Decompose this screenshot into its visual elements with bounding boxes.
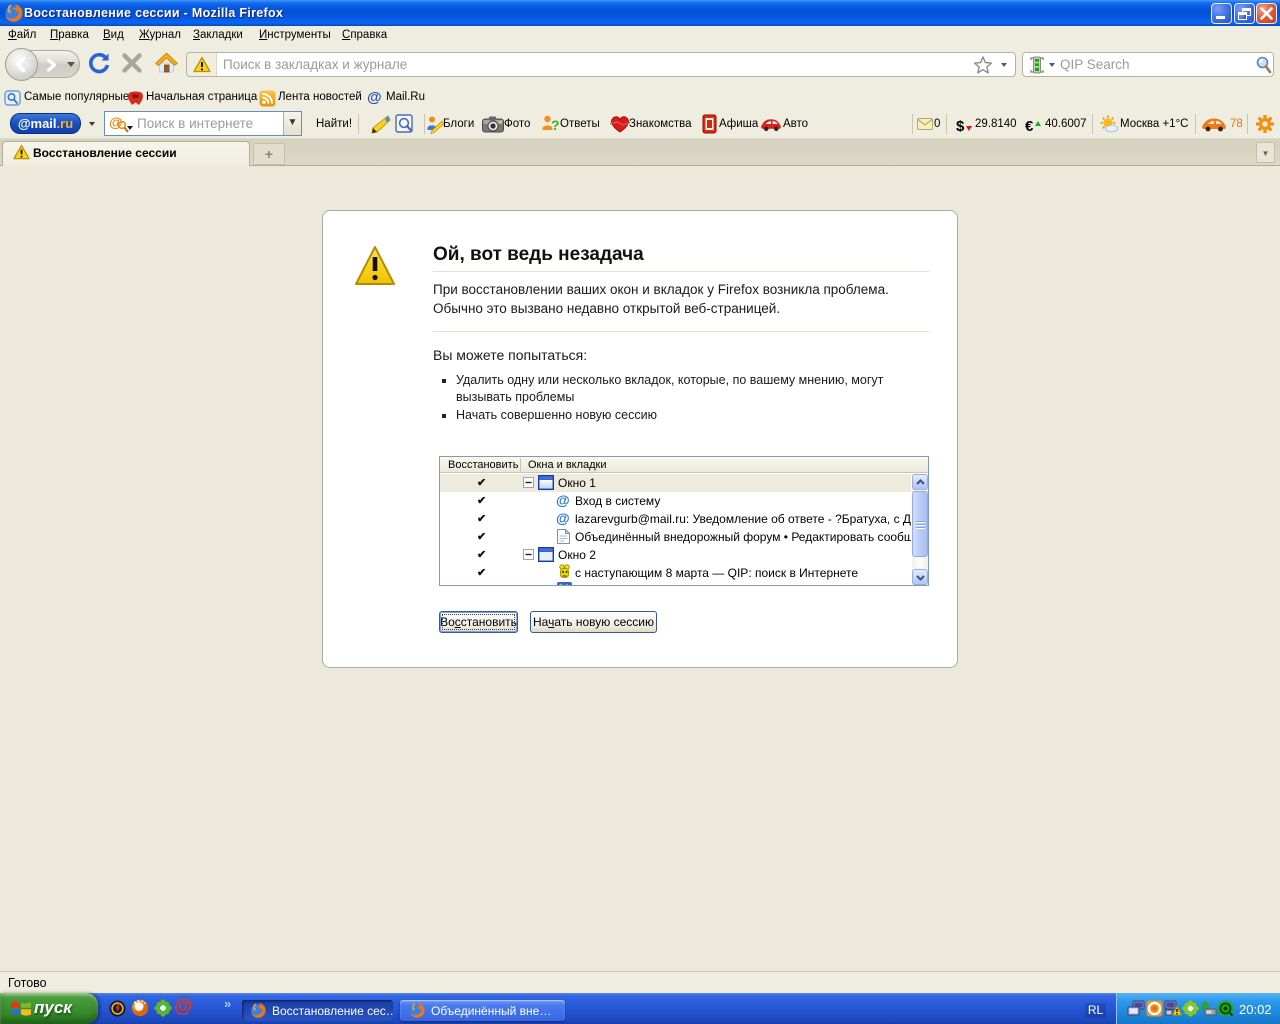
svg-text:?: ? (551, 117, 560, 133)
